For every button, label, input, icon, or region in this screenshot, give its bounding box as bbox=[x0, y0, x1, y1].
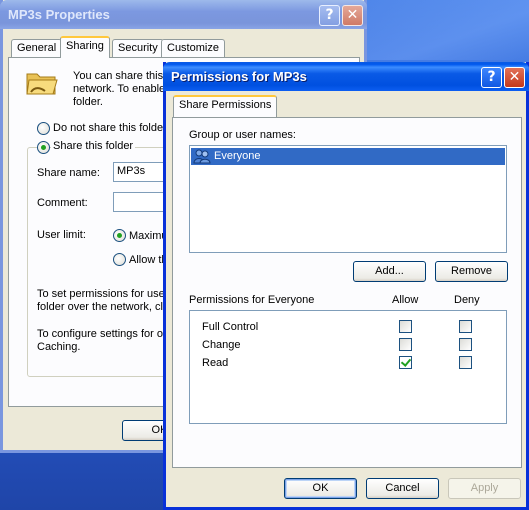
permissions-titlebar[interactable]: Permissions for MP3s ? ✕ bbox=[163, 62, 529, 91]
allow-radio[interactable] bbox=[113, 253, 126, 266]
remove-button-label: Remove bbox=[451, 265, 492, 277]
permission-change: Change bbox=[202, 339, 241, 351]
user-name: Everyone bbox=[214, 150, 261, 162]
perm-text-line-2: folder over the network, clic bbox=[37, 301, 171, 313]
group-label: Group or user names: bbox=[189, 129, 296, 141]
properties-title: MP3s Properties bbox=[8, 7, 110, 22]
comment-label: Comment: bbox=[37, 197, 88, 209]
change-allow-checkbox[interactable] bbox=[399, 338, 412, 351]
ok-button[interactable]: OK bbox=[284, 478, 357, 499]
add-button-label: Add... bbox=[375, 265, 404, 277]
user-limit-label: User limit: bbox=[37, 229, 86, 241]
allow-header: Allow bbox=[392, 294, 419, 306]
users-list[interactable]: Everyone bbox=[189, 145, 507, 253]
read-deny-checkbox[interactable] bbox=[459, 356, 472, 369]
not-share-label[interactable]: Do not share this folder bbox=[53, 122, 167, 134]
close-icon[interactable]: ✕ bbox=[342, 5, 363, 26]
list-item[interactable]: Everyone bbox=[191, 148, 505, 165]
desktop-highlight bbox=[360, 0, 529, 60]
add-button[interactable]: Add... bbox=[353, 261, 426, 282]
tab-security[interactable]: Security bbox=[112, 39, 164, 58]
cancel-button-label: Cancel bbox=[385, 482, 420, 494]
tab-label: General bbox=[17, 42, 57, 54]
share-radio[interactable] bbox=[37, 141, 50, 154]
perm-text-line-1: To set permissions for users bbox=[37, 288, 174, 300]
maximum-radio[interactable] bbox=[113, 229, 126, 242]
permissions-list: Full Control Change Read bbox=[189, 310, 507, 424]
ok-button-label: OK bbox=[312, 482, 329, 494]
tab-general[interactable]: General bbox=[11, 39, 63, 58]
permission-full-control: Full Control bbox=[202, 321, 259, 333]
apply-button-label: Apply bbox=[470, 482, 499, 494]
cancel-button[interactable]: Cancel bbox=[366, 478, 439, 499]
users-group-icon bbox=[193, 149, 211, 164]
permissions-dialog: Permissions for MP3s ? ✕ Share Permissio… bbox=[163, 62, 529, 510]
full-control-allow-checkbox[interactable] bbox=[399, 320, 412, 333]
intro-line-2: network. To enable bbox=[73, 83, 166, 95]
deny-header: Deny bbox=[454, 294, 480, 306]
config-text-line-1: To configure settings for off bbox=[37, 328, 169, 340]
tab-label: Sharing bbox=[66, 40, 104, 52]
intro-line-3: folder. bbox=[73, 96, 103, 108]
properties-titlebar[interactable]: MP3s Properties ? ✕ bbox=[0, 0, 367, 29]
apply-button[interactable]: Apply bbox=[448, 478, 521, 499]
change-deny-checkbox[interactable] bbox=[459, 338, 472, 351]
permissions-header: Permissions for Everyone bbox=[189, 294, 315, 306]
shared-folder-icon bbox=[26, 73, 58, 95]
allow-label[interactable]: Allow th bbox=[129, 254, 168, 266]
tab-label: Security bbox=[118, 42, 158, 54]
permissions-panel: Group or user names: Everyone Add... Rem… bbox=[172, 117, 522, 468]
not-share-radio[interactable] bbox=[37, 122, 50, 135]
remove-button[interactable]: Remove bbox=[435, 261, 508, 282]
tab-label: Customize bbox=[167, 42, 219, 54]
help-icon[interactable]: ? bbox=[481, 67, 502, 88]
share-label[interactable]: Share this folder bbox=[51, 140, 136, 152]
tab-customize[interactable]: Customize bbox=[161, 39, 225, 58]
config-text-line-2: Caching. bbox=[37, 341, 81, 353]
tab-label: Share Permissions bbox=[179, 99, 272, 111]
intro-line-1: You can share this bbox=[73, 70, 164, 82]
close-icon[interactable]: ✕ bbox=[504, 67, 525, 88]
share-name-value: MP3s bbox=[117, 165, 146, 177]
tab-share-permissions[interactable]: Share Permissions bbox=[173, 95, 278, 117]
permission-read: Read bbox=[202, 357, 229, 369]
tab-sharing[interactable]: Sharing bbox=[60, 36, 110, 58]
full-control-deny-checkbox[interactable] bbox=[459, 320, 472, 333]
read-allow-checkbox[interactable] bbox=[399, 356, 412, 369]
permissions-title: Permissions for MP3s bbox=[171, 69, 307, 84]
share-name-label: Share name: bbox=[37, 167, 100, 179]
help-icon[interactable]: ? bbox=[319, 5, 340, 26]
